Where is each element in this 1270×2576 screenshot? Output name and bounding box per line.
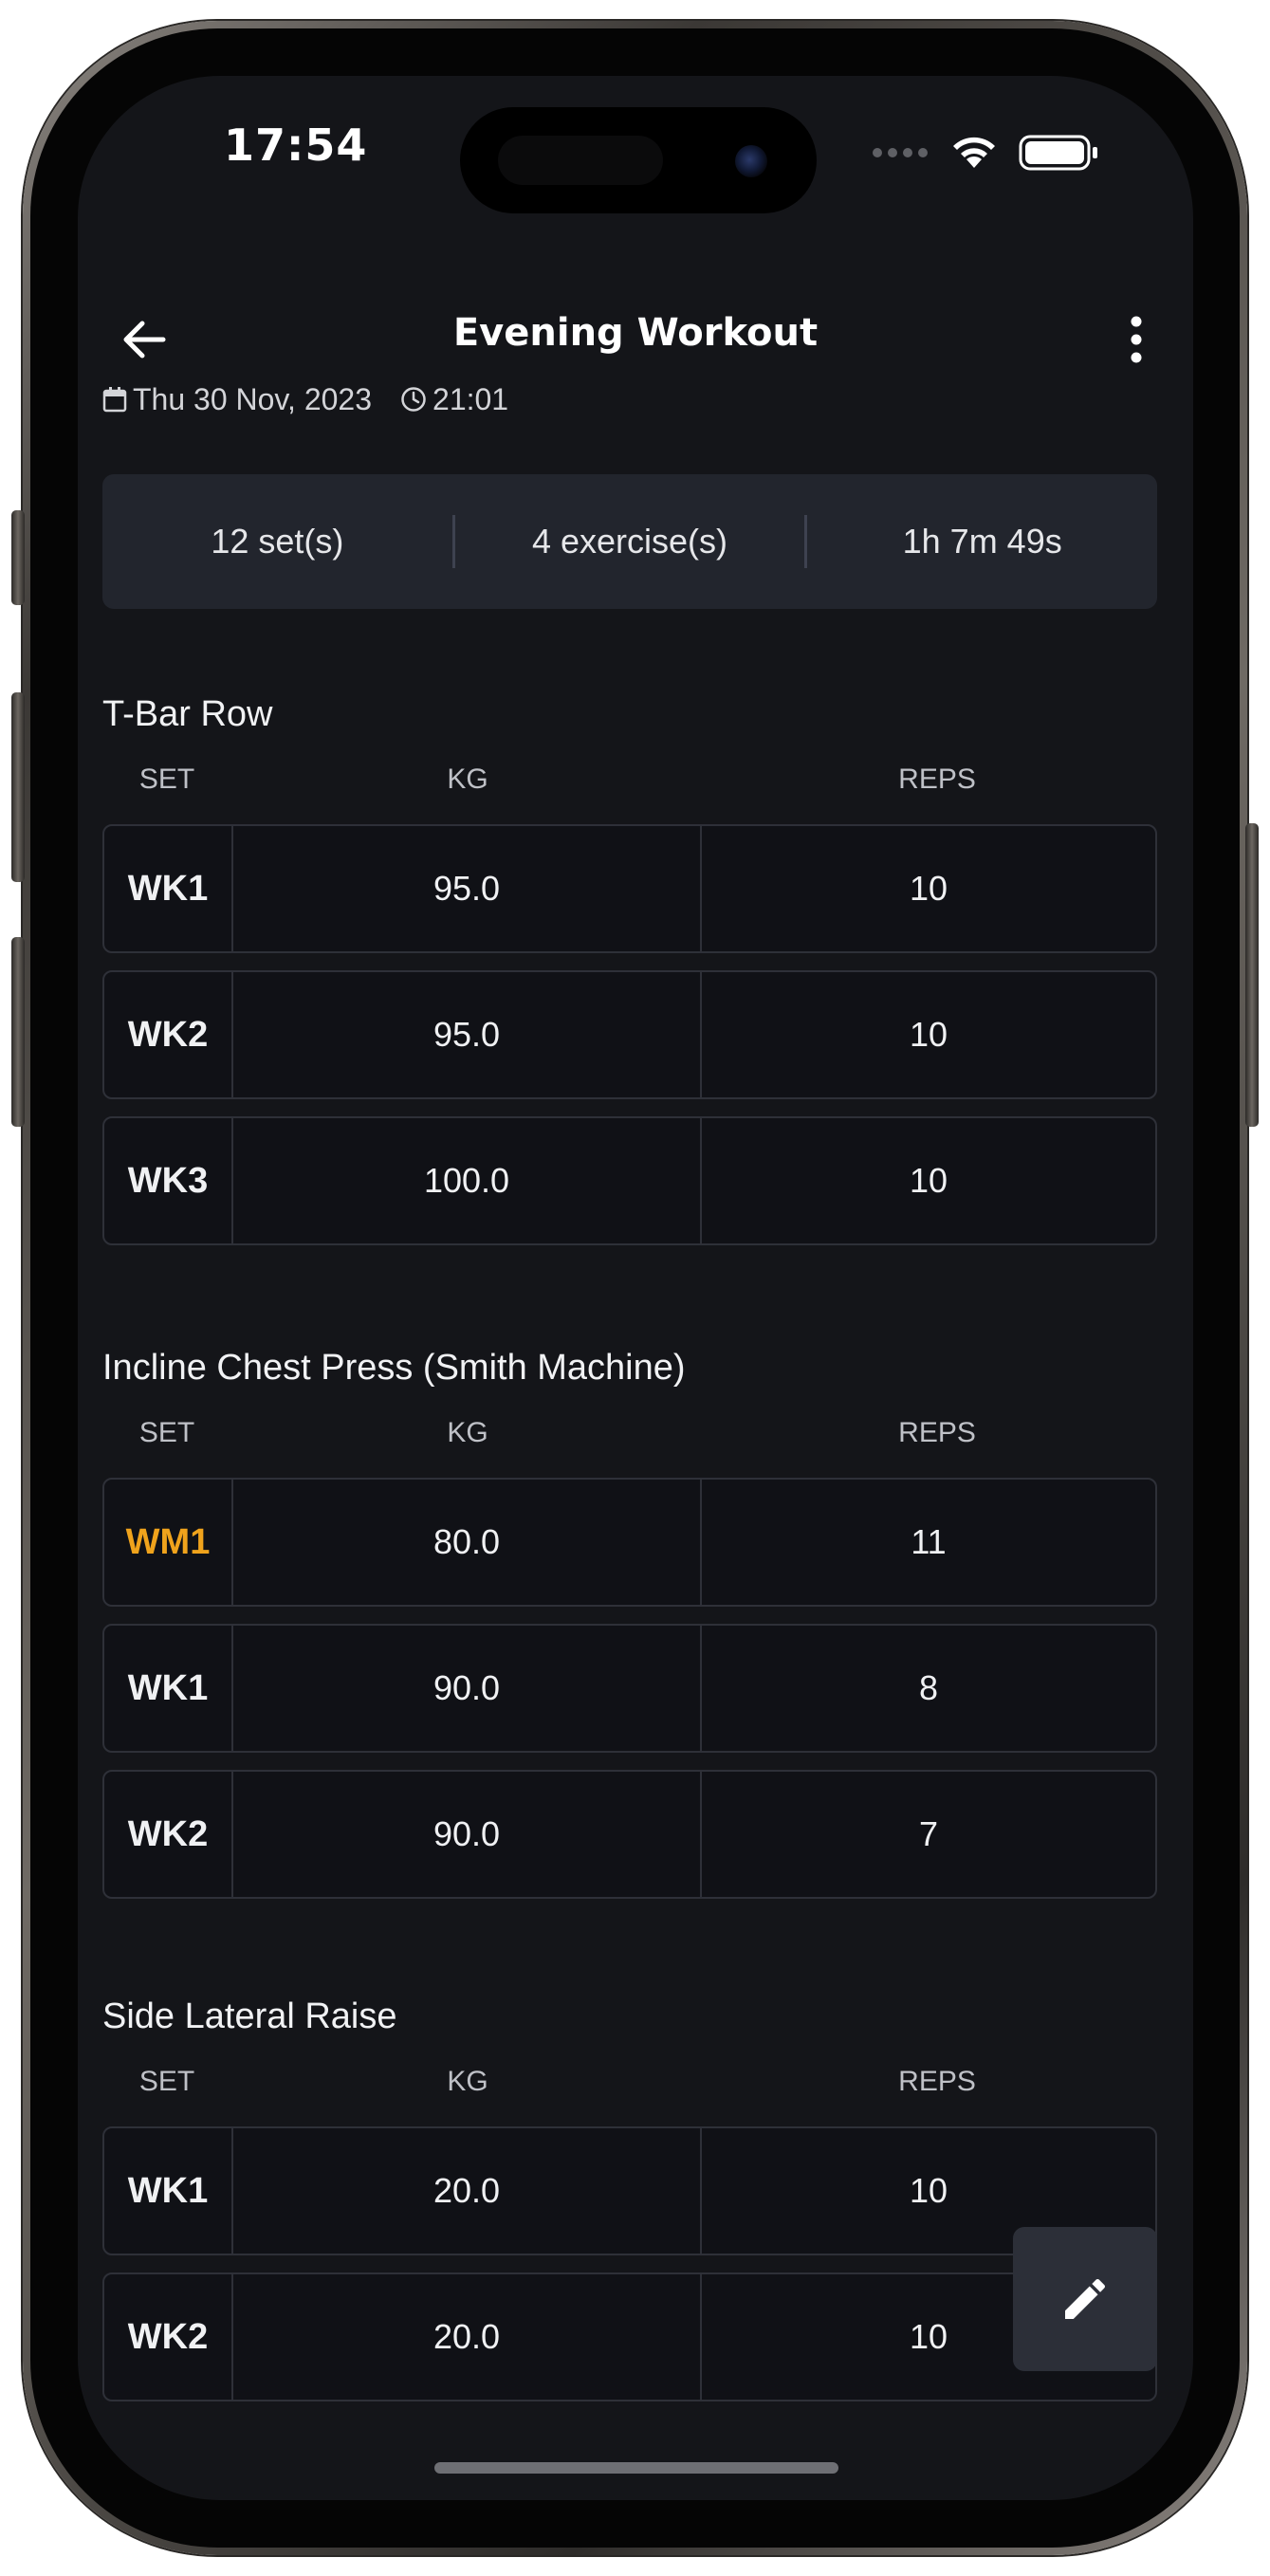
- exercise-section: T-Bar Row SET KG REPS WK1 95.0 10 WK2 95…: [102, 686, 1157, 1245]
- exercise-title: T-Bar Row: [102, 694, 273, 734]
- set-weight: 95.0: [233, 826, 702, 951]
- action-button: [11, 510, 25, 605]
- set-reps: 8: [918, 1668, 939, 1707]
- set-weight: 80.0: [233, 1480, 702, 1605]
- set-weight: 95.0: [233, 972, 702, 1097]
- set-reps: 10: [909, 1015, 948, 1054]
- column-reps: REPS: [898, 2066, 976, 2097]
- battery-icon: [1019, 135, 1097, 171]
- status-icons: [873, 129, 1100, 176]
- column-set: SET: [138, 1417, 195, 1448]
- set-label: WK2: [104, 1772, 233, 1897]
- workout-meta: Thu 30 Nov, 2023 21:01: [102, 376, 508, 423]
- set-row[interactable]: WK2 20.0 10: [102, 2272, 1157, 2401]
- set-row[interactable]: WK1 90.0 8: [102, 1624, 1157, 1753]
- date-label: Thu 30 Nov, 2023: [133, 381, 373, 416]
- set-label: WK1: [104, 2128, 233, 2254]
- status-time: 17:54: [224, 120, 368, 171]
- column-headers: SET KG REPS: [102, 1396, 1157, 1461]
- home-indicator[interactable]: [434, 2462, 838, 2474]
- more-options-button[interactable]: [1108, 309, 1165, 370]
- front-camera: [735, 145, 767, 177]
- warmup-set-label: WM1: [104, 1480, 233, 1605]
- time-label: 21:01: [433, 381, 509, 416]
- exercise-count: 4 exercise(s): [531, 522, 728, 561]
- column-kg: KG: [447, 2066, 488, 2097]
- column-reps: REPS: [898, 764, 976, 795]
- set-weight: 90.0: [233, 1626, 702, 1751]
- app-screen: 17:54 Evening Workout Thu 30 Nov, 2023 2…: [78, 76, 1193, 2500]
- set-reps: 10: [909, 1161, 948, 1200]
- column-kg: KG: [447, 764, 488, 795]
- column-reps: REPS: [898, 1417, 976, 1448]
- workout-duration: 1h 7m 49s: [902, 522, 1062, 561]
- exercise-section: Incline Chest Press (Smith Machine) SET …: [102, 1339, 1157, 1899]
- more-vertical-icon: [1131, 316, 1142, 363]
- column-headers: SET KG REPS: [102, 2045, 1157, 2109]
- set-reps: 11: [911, 1522, 947, 1561]
- sets-count: 12 set(s): [211, 522, 344, 561]
- set-label: WK2: [104, 2274, 233, 2400]
- exercise-title: Side Lateral Raise: [102, 1996, 397, 2036]
- calendar-icon: [102, 387, 127, 413]
- column-set: SET: [138, 2066, 195, 2097]
- dynamic-island: [460, 107, 817, 213]
- top-app-bar: Evening Workout: [78, 302, 1193, 377]
- set-label: WK1: [104, 1626, 233, 1751]
- workout-summary: 12 set(s) 4 exercise(s) 1h 7m 49s: [102, 474, 1157, 609]
- set-label: WK2: [104, 972, 233, 1097]
- wifi-icon: [953, 137, 995, 168]
- column-kg: KG: [447, 1417, 488, 1448]
- set-label: WK1: [104, 826, 233, 951]
- workout-date: Thu 30 Nov, 2023: [102, 382, 372, 417]
- set-row[interactable]: WK1 95.0 10: [102, 824, 1157, 953]
- power-button: [1245, 823, 1259, 1127]
- island-sensor: [498, 136, 663, 185]
- clock-icon: [401, 387, 426, 412]
- volume-up-button: [11, 692, 25, 882]
- set-weight: 100.0: [233, 1118, 702, 1243]
- set-row[interactable]: WM1 80.0 11: [102, 1478, 1157, 1607]
- column-headers: SET KG REPS: [102, 743, 1157, 807]
- set-weight: 20.0: [233, 2274, 702, 2400]
- set-row[interactable]: WK2 95.0 10: [102, 970, 1157, 1099]
- volume-down-button: [11, 937, 25, 1127]
- set-row[interactable]: WK2 90.0 7: [102, 1770, 1157, 1899]
- set-weight: 90.0: [233, 1772, 702, 1897]
- set-label: WK3: [104, 1118, 233, 1243]
- set-reps: 7: [918, 1814, 939, 1853]
- workout-start-time: 21:01: [400, 382, 508, 417]
- page-title: Evening Workout: [452, 311, 819, 355]
- set-row[interactable]: WK1 20.0 10: [102, 2126, 1157, 2255]
- cellular-signal-icon: [873, 148, 928, 157]
- edit-workout-button[interactable]: [1013, 2227, 1157, 2371]
- set-row[interactable]: WK3 100.0 10: [102, 1116, 1157, 1245]
- exercise-section: Side Lateral Raise SET KG REPS WK1 20.0 …: [102, 1988, 1157, 2401]
- set-weight: 20.0: [233, 2128, 702, 2254]
- pencil-edit-icon: [1065, 2278, 1106, 2319]
- set-reps: 10: [909, 869, 948, 908]
- exercise-title: Incline Chest Press (Smith Machine): [102, 1348, 686, 1388]
- column-set: SET: [138, 764, 195, 795]
